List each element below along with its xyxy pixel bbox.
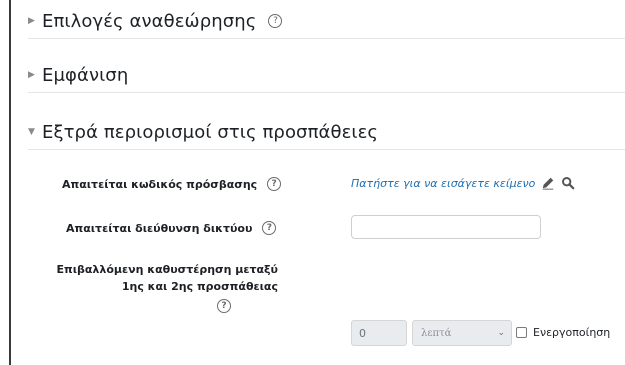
- question-circle-icon[interactable]: ?: [267, 177, 282, 191]
- section-title: Εξτρά περιορισμοί στις προσπάθειες: [42, 121, 379, 143]
- chevron-down-icon: ⌄: [497, 328, 505, 338]
- delay-label-line1: Επιβαλλόμενη καθυστέρηση μεταξύ: [56, 263, 278, 276]
- section-extra-restrictions-header[interactable]: ▼ Εξτρά περιορισμοί στις προσπάθειες: [28, 115, 625, 150]
- section-review-options-header[interactable]: ▶ Επιλογές αναθεώρησης ?: [28, 4, 625, 39]
- caret-right-icon: ▶: [28, 16, 35, 26]
- pencil-icon[interactable]: [541, 176, 555, 190]
- section-title: Επιλογές αναθεώρησης: [42, 10, 257, 32]
- caret-down-icon: ▼: [28, 127, 35, 137]
- delay-label: Επιβαλλόμενη καθυστέρηση μεταξύ 1ης και …: [40, 261, 278, 313]
- delay-unit-value: λεπτά: [421, 327, 452, 339]
- delay-number-value: 0: [359, 326, 366, 340]
- delay-unit-select[interactable]: λεπτά ⌄: [412, 320, 512, 346]
- question-circle-icon[interactable]: ?: [262, 221, 277, 235]
- network-address-input[interactable]: [351, 215, 541, 239]
- caret-right-icon: ▶: [28, 70, 35, 80]
- section-title: Εμφάνιση: [42, 64, 129, 86]
- password-label: Απαιτείται κωδικός πρόσβασης: [62, 177, 258, 191]
- delay-enable-control[interactable]: Ενεργοποίηση: [516, 326, 610, 339]
- enable-label[interactable]: Ενεργοποίηση: [533, 326, 610, 339]
- password-editable-link[interactable]: Πατήστε για να εισάγετε κείμενο: [351, 176, 575, 190]
- magnifier-icon[interactable]: [561, 176, 575, 190]
- delay-number-input[interactable]: 0: [351, 320, 407, 346]
- password-row-label: Απαιτείται κωδικός πρόσβασης ?: [62, 177, 282, 191]
- question-circle-icon[interactable]: ?: [268, 14, 283, 28]
- password-link-text[interactable]: Πατήστε για να εισάγετε κείμενο: [351, 177, 535, 190]
- section-appearance-header[interactable]: ▶ Εμφάνιση: [28, 58, 625, 93]
- page-left-border: [9, 0, 11, 365]
- delay-label-line2: 1ης και 2ης προσπάθειας: [121, 280, 278, 293]
- network-row-label: Απαιτείται διεύθυνση δικτύου ?: [66, 221, 277, 235]
- network-label: Απαιτείται διεύθυνση δικτύου: [66, 221, 253, 235]
- enable-checkbox[interactable]: [516, 327, 527, 338]
- question-circle-icon[interactable]: ?: [217, 299, 231, 313]
